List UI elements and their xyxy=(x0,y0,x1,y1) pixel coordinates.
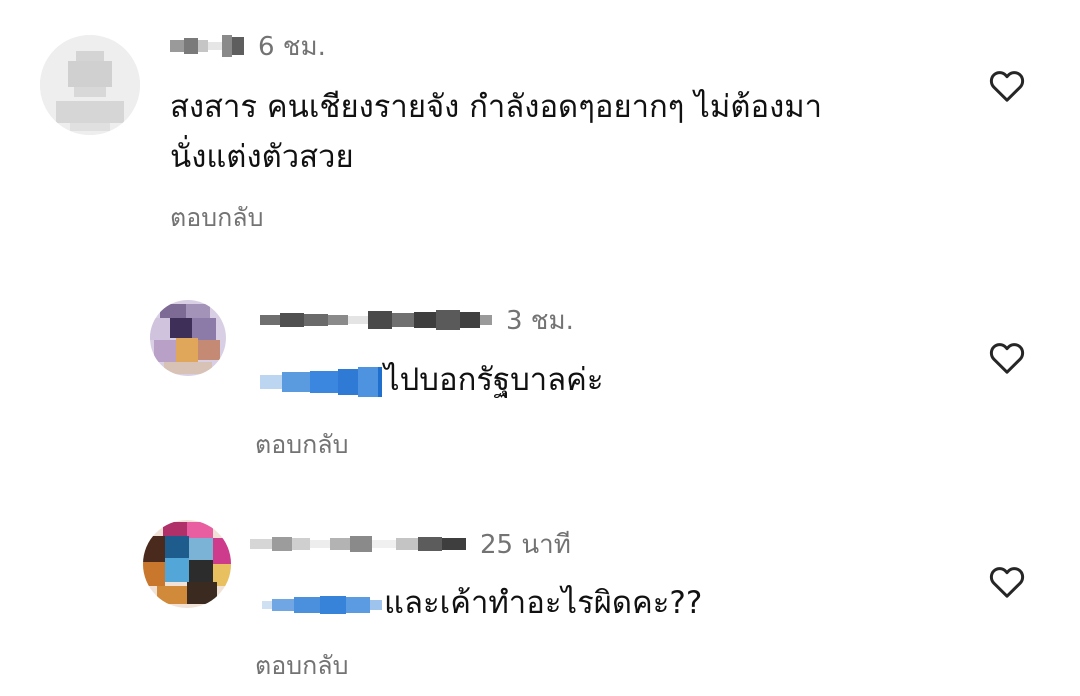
heart-outline-icon xyxy=(989,567,1025,598)
avatar[interactable] xyxy=(143,520,231,608)
avatar-image-blurred xyxy=(150,300,226,376)
comment-text-content: และเค้าทำอะไรผิดคะ?? xyxy=(384,585,703,621)
comment-time: 3 ชม. xyxy=(506,305,574,336)
reply-button[interactable]: ตอบกลับ xyxy=(255,646,348,686)
comment-text: ไปบอกรัฐบาลค่ะ xyxy=(260,355,604,405)
comment-text-line: นั่งแต่งตัวสวย xyxy=(170,139,354,175)
heart-outline-icon xyxy=(989,343,1025,374)
comment-text-content: ไปบอกรัฐบาลค่ะ xyxy=(384,362,604,398)
comment-meta: 3 ชม. xyxy=(260,304,574,336)
username-blurred[interactable] xyxy=(260,310,492,330)
mention-blurred[interactable] xyxy=(260,366,382,397)
comment-text: และเค้าทำอะไรผิดคะ?? xyxy=(262,578,702,628)
comment-time: 6 ชม. xyxy=(258,31,326,62)
username-blurred[interactable] xyxy=(170,35,244,57)
avatar[interactable] xyxy=(40,35,140,135)
comment-text-line: สงสาร คนเชียงรายจัง กำลังอดๆอยากๆ ไม่ต้อ… xyxy=(170,89,823,125)
comment-text: สงสาร คนเชียงรายจัง กำลังอดๆอยากๆ ไม่ต้อ… xyxy=(170,82,822,182)
comment-meta: 6 ชม. xyxy=(170,30,326,62)
avatar[interactable] xyxy=(150,300,226,376)
heart-outline-icon xyxy=(989,71,1025,102)
username-blurred[interactable] xyxy=(250,536,466,552)
comment-meta: 25 นาที xyxy=(250,528,571,560)
default-avatar-icon xyxy=(40,35,140,135)
like-button[interactable] xyxy=(986,338,1028,378)
like-button[interactable] xyxy=(986,66,1028,106)
comment-time: 25 นาที xyxy=(480,529,571,560)
like-button[interactable] xyxy=(986,562,1028,602)
mention-blurred[interactable] xyxy=(262,595,382,614)
avatar-image-blurred xyxy=(143,520,231,608)
reply-button[interactable]: ตอบกลับ xyxy=(170,198,263,238)
reply-button[interactable]: ตอบกลับ xyxy=(255,425,348,465)
